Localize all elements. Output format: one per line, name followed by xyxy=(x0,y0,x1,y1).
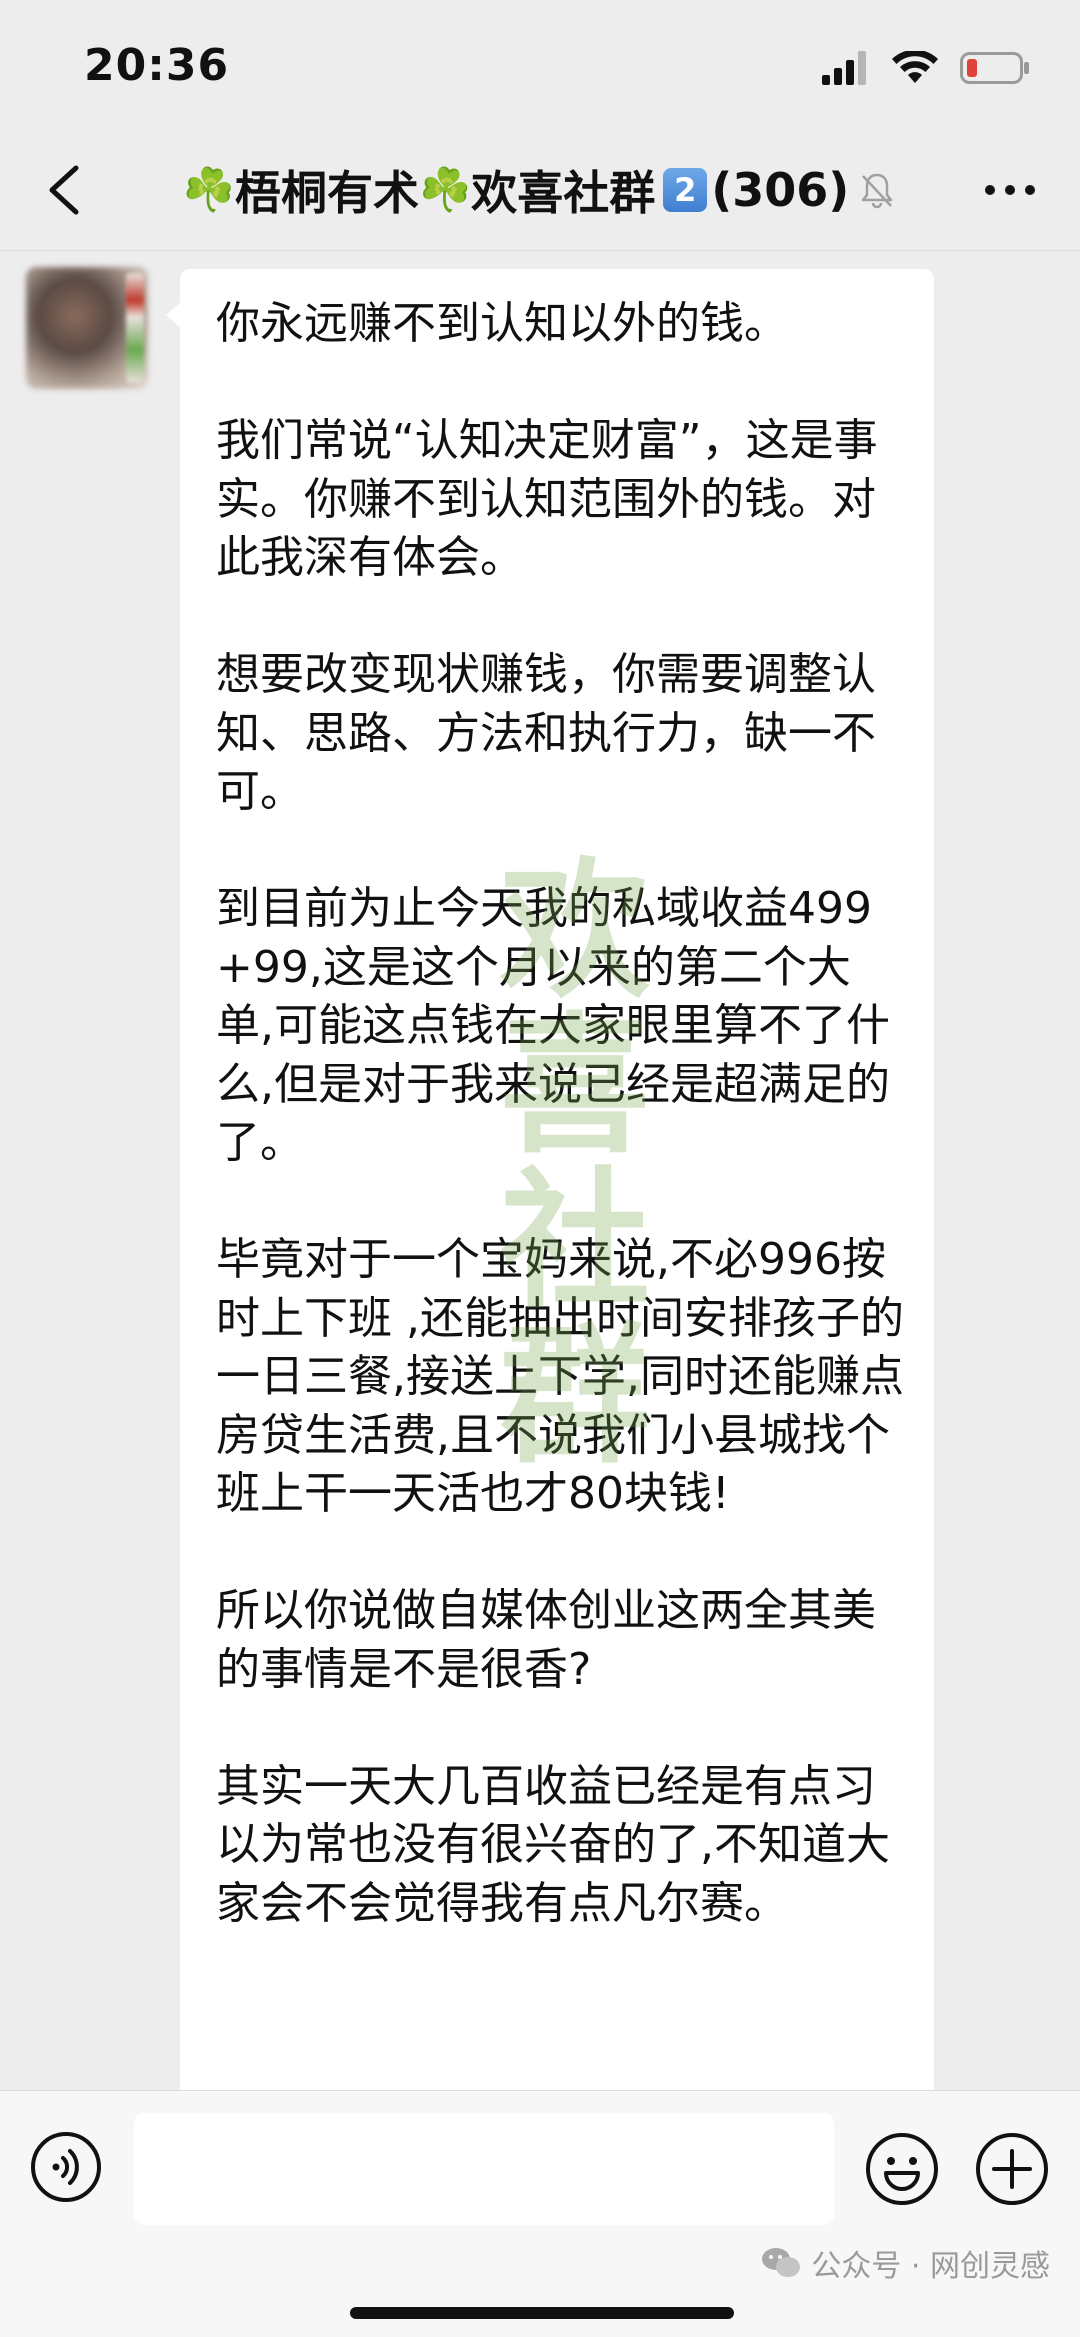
more-dots-icon[interactable] xyxy=(980,166,1040,214)
status-time: 20:36 xyxy=(84,40,230,91)
message-paragraph: 其实一天大几百收益已经是有点习以为常也没有很兴奋的了,不知道大家会不会觉得我有点… xyxy=(216,1760,890,1929)
group-name-part1: 梧桐有术 xyxy=(234,166,419,220)
avatar-decoration xyxy=(126,273,144,383)
bell-muted-icon xyxy=(862,173,893,209)
member-count: (306) xyxy=(711,163,850,217)
emoji-icon[interactable] xyxy=(864,2131,940,2207)
status-bar: 20:36 xyxy=(0,0,1080,130)
message-input[interactable] xyxy=(134,2113,834,2225)
credit-text: 公众号 · 网创灵感 xyxy=(811,2249,1050,2284)
home-indicator[interactable] xyxy=(350,2307,734,2319)
chat-header: ☘️ 梧桐有术 ☘️ 欢喜社群 2 (306) xyxy=(0,130,1080,251)
message-paragraph: 我们常说“认知决定财富”，这是事实。你赚不到认知范围外的钱。对此我深有体会。 xyxy=(216,415,878,583)
battery-low-icon xyxy=(960,52,1029,84)
clover-icon: ☘️ xyxy=(418,165,472,214)
signal-icon xyxy=(822,51,866,85)
clover-icon: ☘️ xyxy=(182,165,235,214)
message-paragraph: 毕竟对于一个宝妈来说,不必996按时上下班 ,还能抽出时间安排孩子的一日三餐,接… xyxy=(216,1234,904,1519)
wifi-icon xyxy=(892,51,938,83)
group-title: ☘️ 梧桐有术 ☘️ 欢喜社群 2 (306) xyxy=(170,158,910,222)
group-number-badge: 2 xyxy=(663,168,708,212)
message-paragraph: 所以你说做自媒体创业这两全其美的事情是不是很香? xyxy=(216,1585,876,1695)
message-text: 你永远赚不到认知以外的钱。 我们常说“认知决定财富”，这是事实。你赚不到认知范围… xyxy=(216,295,906,1992)
chat-area[interactable]: 你永远赚不到认知以外的钱。 我们常说“认知决定财富”，这是事实。你赚不到认知范围… xyxy=(0,251,1080,2090)
source-credit: 公众号 · 网创灵感 xyxy=(761,2241,1050,2285)
plus-icon[interactable] xyxy=(974,2131,1050,2207)
voice-icon[interactable] xyxy=(30,2131,102,2203)
message-paragraph: 到目前为止今天我的私域收益499+99,这是这个月以来的第二个大单,可能这点钱在… xyxy=(216,883,890,1168)
chevron-left-icon[interactable] xyxy=(40,162,90,218)
status-icons xyxy=(822,48,1030,88)
message-paragraph: 想要改变现状赚钱，你需要调整认知、思路、方法和执行力，缺一不可。 xyxy=(216,649,876,817)
input-bar: 公众号 · 网创灵感 xyxy=(0,2090,1080,2337)
wechat-official-account-icon xyxy=(762,2248,801,2277)
message-bubble[interactable]: 你永远赚不到认知以外的钱。 我们常说“认知决定财富”，这是事实。你赚不到认知范围… xyxy=(166,269,934,2090)
message-paragraph: 你永远赚不到认知以外的钱。 xyxy=(216,298,788,349)
group-name-part2: 欢喜社群 xyxy=(471,166,656,220)
